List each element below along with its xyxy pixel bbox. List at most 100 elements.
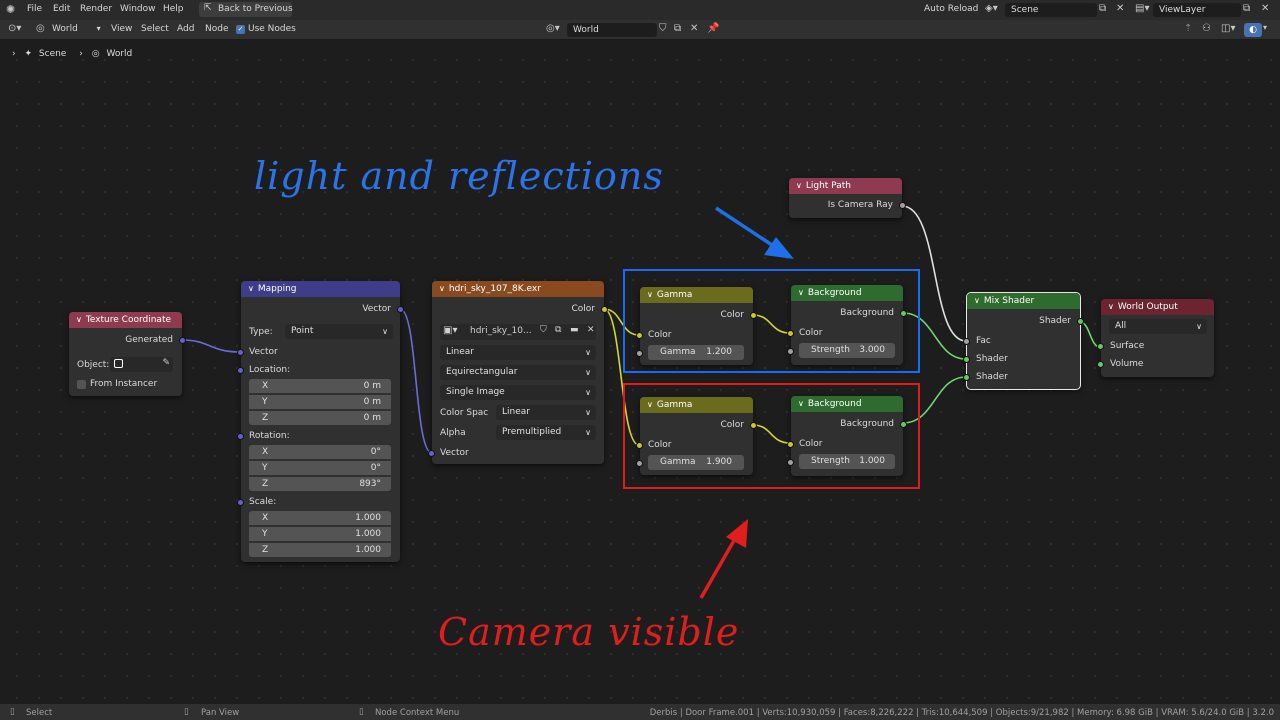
input-vector-socket[interactable]	[237, 349, 244, 356]
fake-user-icon[interactable]: ⛉	[540, 325, 547, 335]
output-color-socket[interactable]	[750, 312, 757, 319]
collapse-icon[interactable]: ∨	[76, 312, 82, 328]
node-header[interactable]: ∨ Mix Shader	[967, 293, 1080, 309]
gamma-node-1[interactable]: ∨ Gamma Color Color Gamma 1.200	[636, 287, 757, 365]
close-icon[interactable]: ✕	[587, 325, 595, 335]
object-field[interactable]: ✎	[110, 357, 173, 372]
alpha-dropdown[interactable]: Premultiplied ∨	[496, 425, 596, 440]
projection-value: Equirectangular	[446, 367, 518, 377]
output-generated-socket[interactable]	[179, 337, 186, 344]
output-background-socket[interactable]	[900, 421, 907, 428]
axis-label: Y	[262, 397, 268, 407]
input-shader1-socket[interactable]	[963, 356, 970, 363]
collapse-icon[interactable]: ∨	[796, 178, 802, 194]
gamma-field[interactable]: Gamma 1.900	[648, 455, 744, 470]
collapse-icon[interactable]: ∨	[647, 287, 653, 303]
node-header[interactable]: ∨ World Output	[1101, 299, 1214, 315]
input-fac-socket[interactable]	[963, 338, 970, 345]
scale-x-field[interactable]: X 1.000	[249, 511, 391, 525]
gamma-node-2[interactable]: ∨ Gamma Color Color Gamma 1.900	[636, 397, 757, 475]
scale-z-field[interactable]: Z 1.000	[249, 543, 391, 557]
output-background-socket[interactable]	[900, 310, 907, 317]
collapse-icon[interactable]: ∨	[439, 281, 445, 297]
output-color-socket[interactable]	[601, 306, 608, 313]
input-location-socket[interactable]	[237, 367, 244, 374]
duplicate-icon[interactable]: ⧉	[555, 325, 561, 335]
open-folder-icon[interactable]: ▬	[570, 325, 579, 335]
light-path-node[interactable]: ∨ Light Path Is Camera Ray	[789, 178, 906, 218]
collapse-icon[interactable]: ∨	[1108, 299, 1114, 315]
input-color-socket[interactable]	[636, 442, 643, 449]
input-vector-socket[interactable]	[428, 450, 435, 457]
link-image-gamma2	[603, 308, 640, 446]
input-color-socket[interactable]	[787, 330, 794, 337]
location-x-field[interactable]: X 0 m	[249, 379, 391, 393]
color-space-dropdown[interactable]: Linear ∨	[496, 405, 596, 420]
output-is-camera-ray-socket[interactable]	[899, 202, 906, 209]
rotation-x-field[interactable]: X 0°	[249, 445, 391, 459]
input-surface-socket[interactable]	[1097, 343, 1104, 350]
mix-shader-node[interactable]: ∨ Mix Shader Shader Fac Shader Shader	[963, 292, 1084, 390]
input-scale-socket[interactable]	[237, 499, 244, 506]
node-header[interactable]: ∨ hdri_sky_107_8K.exr	[432, 281, 604, 297]
collapse-icon[interactable]: ∨	[798, 285, 804, 301]
input-strength-socket[interactable]	[787, 348, 794, 355]
output-color-label: Color	[720, 420, 745, 430]
collapse-icon[interactable]: ∨	[647, 397, 653, 413]
interpolation-dropdown[interactable]: Linear ∨	[440, 345, 596, 360]
alpha-value: Premultiplied	[502, 427, 562, 437]
source-dropdown[interactable]: Single Image ∨	[440, 385, 596, 400]
strength-field[interactable]: Strength 3.000	[799, 343, 895, 358]
input-color-socket[interactable]	[636, 332, 643, 339]
target-dropdown[interactable]: All ∨	[1109, 319, 1207, 334]
chevron-down-icon: ∨	[382, 327, 388, 336]
input-vector-label: Vector	[249, 347, 278, 357]
scale-y-field[interactable]: Y 1.000	[249, 527, 391, 541]
node-title: Gamma	[656, 400, 693, 410]
type-dropdown[interactable]: Point ∨	[285, 324, 393, 339]
background-node-2[interactable]: ∨ Background Background Color Strength 1.0…	[787, 396, 907, 476]
input-color-socket[interactable]	[787, 441, 794, 448]
rotation-z-field[interactable]: Z 893°	[249, 477, 391, 491]
output-vector-socket[interactable]	[397, 306, 404, 313]
axis-label: Y	[262, 463, 268, 473]
input-gamma-socket[interactable]	[636, 350, 643, 357]
node-header[interactable]: ∨ Background	[791, 396, 903, 412]
input-shader2-socket[interactable]	[963, 374, 970, 381]
location-y-field[interactable]: Y 0 m	[249, 395, 391, 409]
node-header[interactable]: ∨ Gamma	[640, 287, 753, 303]
output-color-socket[interactable]	[750, 422, 757, 429]
node-header[interactable]: ∨ Mapping	[241, 281, 400, 297]
input-rotation-socket[interactable]	[237, 433, 244, 440]
collapse-icon[interactable]: ∨	[248, 281, 254, 297]
collapse-icon[interactable]: ∨	[974, 293, 980, 309]
node-title: Background	[807, 399, 862, 409]
input-strength-socket[interactable]	[787, 459, 794, 466]
node-header[interactable]: ∨ Gamma	[640, 397, 753, 413]
background-node-1[interactable]: ∨ Background Background Color Strength 3.0…	[787, 285, 907, 365]
collapse-icon[interactable]: ∨	[798, 396, 804, 412]
node-header[interactable]: ∨ Light Path	[789, 178, 902, 194]
gamma-field[interactable]: Gamma 1.200	[648, 345, 744, 360]
input-gamma-socket[interactable]	[636, 460, 643, 467]
texture-coordinate-node[interactable]: ∨ Texture Coordinate Generated Object: ✎ …	[69, 312, 186, 396]
image-icon[interactable]: ▣▾	[443, 325, 457, 336]
node-header[interactable]: ∨ Background	[791, 285, 903, 301]
image-selector[interactable]: ▣▾ hdri_sky_10... ⛉ ⧉ ▬ ✕	[440, 324, 596, 340]
location-z-field[interactable]: Z 0 m	[249, 411, 391, 425]
node-title: Texture Coordinate	[85, 315, 172, 325]
output-shader-socket[interactable]	[1077, 318, 1084, 325]
eyedropper-icon[interactable]: ✎	[162, 358, 170, 368]
projection-dropdown[interactable]: Equirectangular ∨	[440, 365, 596, 380]
mapping-node[interactable]: ∨ Mapping Vector Type: Point ∨ Vector Loca…	[237, 281, 404, 562]
node-header[interactable]: ∨ Texture Coordinate	[69, 312, 182, 328]
image-texture-node[interactable]: ∨ hdri_sky_107_8K.exr Color ▣▾ hdri_sky_1…	[428, 281, 608, 464]
node-title: Light Path	[805, 181, 851, 191]
rotation-y-field[interactable]: Y 0°	[249, 461, 391, 475]
from-instancer-checkbox[interactable]	[77, 380, 86, 389]
input-volume-socket[interactable]	[1097, 361, 1104, 368]
strength-field[interactable]: Strength 1.000	[799, 454, 895, 469]
alpha-label: Alpha	[440, 428, 466, 438]
world-output-node[interactable]: ∨ World Output All ∨ Surface Volume	[1097, 299, 1214, 377]
strength-label: Strength	[811, 345, 850, 355]
